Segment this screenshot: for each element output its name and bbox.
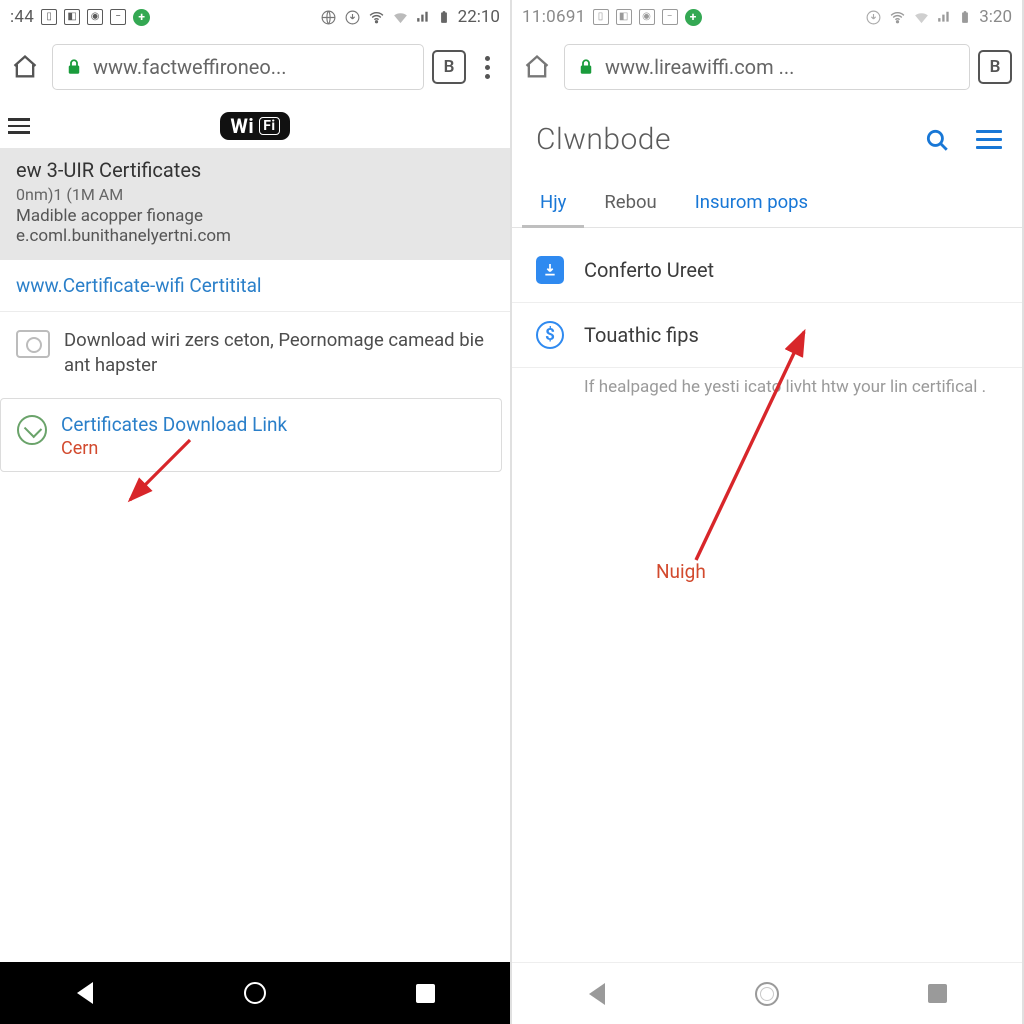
lock-icon — [65, 57, 83, 77]
lock-icon — [577, 57, 595, 77]
home-button[interactable] — [6, 48, 44, 86]
article-timestamp: 0nm)1 (1M AM — [16, 185, 494, 204]
phone-left: :44 ▯ ◧ ◉ − + — [0, 0, 512, 1024]
status-square-icon-4: − — [110, 9, 126, 25]
article-meta-block: ew 3-UIR Certificates 0nm)1 (1M AM Madib… — [0, 148, 510, 260]
status-square-icon-4: − — [662, 9, 678, 25]
description-text: Download wiri zers ceton, Peornomage cam… — [64, 328, 494, 378]
page-content: Clwnbode Hjy Rebou Insurom pops — [512, 102, 1022, 962]
battery-icon — [437, 10, 451, 24]
tab-count-button[interactable]: B — [978, 50, 1012, 84]
nav-back-button[interactable] — [567, 974, 627, 1014]
cell-signal-icon — [416, 10, 430, 24]
phone-right: 11:0691 ▯ ◧ ◉ − + — [512, 0, 1024, 1024]
search-button[interactable] — [924, 127, 950, 153]
wifi-dim-icon — [913, 9, 930, 26]
url-field[interactable]: www.factweffironeo... — [52, 44, 424, 90]
download-card-subtitle: Cern — [61, 438, 287, 459]
status-time: 11:0691 — [522, 7, 586, 27]
list-item-download[interactable]: Conferto Ureet — [512, 238, 1022, 303]
status-left: 11:0691 ▯ ◧ ◉ − + — [522, 7, 702, 27]
nav-home-button[interactable] — [225, 973, 285, 1013]
camera-icon — [16, 330, 50, 358]
wifi-dim-icon — [392, 9, 409, 26]
status-square-icon-2: ◧ — [616, 9, 632, 25]
wifi-logo: WiFi — [220, 112, 289, 140]
menu-button[interactable] — [976, 130, 1002, 149]
hamburger-button[interactable] — [0, 118, 42, 134]
url-text: www.lireawiffi.com ... — [605, 55, 794, 79]
download-icon — [536, 256, 564, 284]
status-time: :44 — [10, 7, 34, 27]
nav-recent-button[interactable] — [907, 974, 967, 1014]
tab-insurom[interactable]: Insurom pops — [677, 179, 826, 227]
status-plus-icon: + — [685, 9, 702, 26]
status-right: 3:20 — [865, 7, 1012, 27]
home-button[interactable] — [518, 48, 556, 86]
article-source: e.coml.bunithanelyertni.com — [16, 226, 494, 246]
status-square-icon-3: ◉ — [639, 9, 655, 25]
download-circle-icon — [344, 9, 361, 26]
certificate-link[interactable]: www.Certificate-wifi Certitital — [0, 260, 510, 312]
nav-recent-button[interactable] — [395, 973, 455, 1013]
list-item-label: Conferto Ureet — [584, 258, 714, 282]
url-field[interactable]: www.lireawiffi.com ... — [564, 44, 970, 90]
annotation-label: Nuigh — [656, 560, 706, 583]
site-title: Clwnbode — [536, 122, 671, 157]
page-content: WiFi ew 3-UIR Certificates 0nm)1 (1M AM … — [0, 102, 510, 962]
wifi-icon — [368, 9, 385, 26]
status-square-icon-2: ◧ — [64, 9, 80, 25]
android-nav-bar — [512, 962, 1022, 1024]
tab-count-button[interactable]: B — [432, 50, 466, 84]
browser-toolbar: www.lireawiffi.com ... B — [512, 34, 1022, 102]
list: Conferto Ureet $ Touathic fips If healpa… — [512, 228, 1022, 410]
hint-text: If healpaged he yesti icato livht htw yo… — [512, 368, 1022, 400]
globe-icon — [320, 9, 337, 26]
status-bar: :44 ▯ ◧ ◉ − + — [0, 0, 510, 34]
cell-signal-icon — [937, 10, 951, 24]
nav-back-button[interactable] — [55, 973, 115, 1013]
status-clock: 22:10 — [458, 7, 500, 27]
description-row: Download wiri zers ceton, Peornomage cam… — [0, 312, 510, 396]
status-plus-icon: + — [133, 9, 150, 26]
wifi-icon — [889, 9, 906, 26]
list-item-tips[interactable]: $ Touathic fips — [512, 303, 1022, 368]
tab-bar: Hjy Rebou Insurom pops — [512, 179, 1022, 228]
certificate-icon — [17, 415, 47, 445]
status-left: :44 ▯ ◧ ◉ − + — [10, 7, 150, 27]
status-square-icon-1: ▯ — [41, 9, 57, 25]
battery-icon — [958, 10, 972, 24]
url-text: www.factweffironeo... — [93, 55, 287, 79]
status-bar: 11:0691 ▯ ◧ ◉ − + — [512, 0, 1022, 34]
list-item-label: Touathic fips — [584, 323, 699, 347]
browser-toolbar: www.factweffironeo... B — [0, 34, 510, 102]
download-card[interactable]: Certificates Download Link Cern — [0, 398, 502, 472]
site-header: Clwnbode — [512, 102, 1022, 179]
download-circle-icon — [865, 9, 882, 26]
page-header: WiFi — [0, 102, 510, 148]
status-right: 22:10 — [320, 7, 500, 27]
nav-home-button[interactable] — [737, 974, 797, 1014]
android-nav-bar — [0, 962, 510, 1024]
download-card-title: Certificates Download Link — [61, 413, 287, 436]
article-author: Madible acopper fionage — [16, 206, 494, 226]
tab-hjy[interactable]: Hjy — [522, 179, 584, 227]
article-title: ew 3-UIR Certificates — [16, 158, 494, 182]
money-icon: $ — [536, 321, 564, 349]
status-clock: 3:20 — [979, 7, 1012, 27]
status-square-icon-1: ▯ — [593, 9, 609, 25]
status-square-icon-3: ◉ — [87, 9, 103, 25]
overflow-menu-button[interactable] — [474, 56, 500, 79]
tab-rebou[interactable]: Rebou — [586, 179, 674, 227]
